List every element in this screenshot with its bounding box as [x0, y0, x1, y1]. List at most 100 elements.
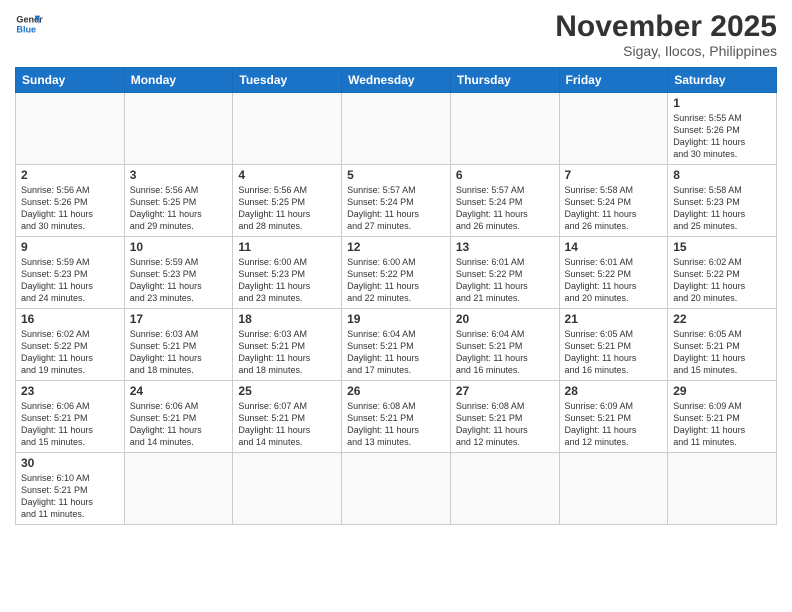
weekday-header-sunday: Sunday [16, 68, 125, 93]
day-info: Sunrise: 6:09 AM Sunset: 5:21 PM Dayligh… [673, 400, 771, 449]
calendar-table: SundayMondayTuesdayWednesdayThursdayFrid… [15, 67, 777, 525]
day-number: 7 [565, 168, 663, 182]
weekday-header-tuesday: Tuesday [233, 68, 342, 93]
calendar-cell: 28 Sunrise: 6:09 AM Sunset: 5:21 PM Dayli… [559, 381, 668, 453]
calendar-cell [559, 93, 668, 165]
calendar-cell [124, 453, 233, 525]
day-number: 25 [238, 384, 336, 398]
calendar-cell: 15 Sunrise: 6:02 AM Sunset: 5:22 PM Dayli… [668, 237, 777, 309]
calendar-cell [342, 93, 451, 165]
day-number: 22 [673, 312, 771, 326]
calendar-cell: 29 Sunrise: 6:09 AM Sunset: 5:21 PM Dayli… [668, 381, 777, 453]
calendar-cell: 20 Sunrise: 6:04 AM Sunset: 5:21 PM Dayli… [450, 309, 559, 381]
weekday-header-saturday: Saturday [668, 68, 777, 93]
day-number: 21 [565, 312, 663, 326]
day-number: 20 [456, 312, 554, 326]
day-info: Sunrise: 6:08 AM Sunset: 5:21 PM Dayligh… [347, 400, 445, 449]
day-number: 27 [456, 384, 554, 398]
title-block: November 2025 Sigay, Ilocos, Philippines [555, 10, 777, 59]
day-info: Sunrise: 6:00 AM Sunset: 5:23 PM Dayligh… [238, 256, 336, 305]
day-info: Sunrise: 6:05 AM Sunset: 5:21 PM Dayligh… [565, 328, 663, 377]
weekday-header-thursday: Thursday [450, 68, 559, 93]
location: Sigay, Ilocos, Philippines [555, 43, 777, 59]
day-info: Sunrise: 5:59 AM Sunset: 5:23 PM Dayligh… [21, 256, 119, 305]
day-info: Sunrise: 6:08 AM Sunset: 5:21 PM Dayligh… [456, 400, 554, 449]
calendar-week-row: 1Sunrise: 5:55 AM Sunset: 5:26 PM Daylig… [16, 93, 777, 165]
day-info: Sunrise: 6:06 AM Sunset: 5:21 PM Dayligh… [130, 400, 228, 449]
day-info: Sunrise: 6:00 AM Sunset: 5:22 PM Dayligh… [347, 256, 445, 305]
calendar-week-row: 16 Sunrise: 6:02 AM Sunset: 5:22 PM Dayli… [16, 309, 777, 381]
day-number: 26 [347, 384, 445, 398]
day-info: Sunrise: 6:04 AM Sunset: 5:21 PM Dayligh… [456, 328, 554, 377]
day-info: Sunrise: 5:55 AM Sunset: 5:26 PM Dayligh… [673, 112, 771, 161]
calendar-cell: 24 Sunrise: 6:06 AM Sunset: 5:21 PM Dayli… [124, 381, 233, 453]
weekday-header-friday: Friday [559, 68, 668, 93]
day-info: Sunrise: 6:01 AM Sunset: 5:22 PM Dayligh… [565, 256, 663, 305]
calendar-cell: 7Sunrise: 5:58 AM Sunset: 5:24 PM Daylig… [559, 165, 668, 237]
calendar-cell: 14 Sunrise: 6:01 AM Sunset: 5:22 PM Dayli… [559, 237, 668, 309]
day-number: 19 [347, 312, 445, 326]
day-info: Sunrise: 6:09 AM Sunset: 5:21 PM Dayligh… [565, 400, 663, 449]
day-number: 29 [673, 384, 771, 398]
calendar-cell: 2 Sunrise: 5:56 AM Sunset: 5:26 PM Daylig… [16, 165, 125, 237]
calendar-cell: 1Sunrise: 5:55 AM Sunset: 5:26 PM Daylig… [668, 93, 777, 165]
day-number: 18 [238, 312, 336, 326]
day-number: 30 [21, 456, 119, 470]
day-info: Sunrise: 5:56 AM Sunset: 5:25 PM Dayligh… [130, 184, 228, 233]
calendar-week-row: 9 Sunrise: 5:59 AM Sunset: 5:23 PM Daylig… [16, 237, 777, 309]
day-number: 23 [21, 384, 119, 398]
calendar-cell: 26 Sunrise: 6:08 AM Sunset: 5:21 PM Dayli… [342, 381, 451, 453]
calendar-cell: 5Sunrise: 5:57 AM Sunset: 5:24 PM Daylig… [342, 165, 451, 237]
calendar-cell: 6 Sunrise: 5:57 AM Sunset: 5:24 PM Daylig… [450, 165, 559, 237]
calendar-cell: 17Sunrise: 6:03 AM Sunset: 5:21 PM Dayli… [124, 309, 233, 381]
calendar-cell [233, 453, 342, 525]
calendar-cell: 30Sunrise: 6:10 AM Sunset: 5:21 PM Dayli… [16, 453, 125, 525]
day-number: 24 [130, 384, 228, 398]
day-info: Sunrise: 6:04 AM Sunset: 5:21 PM Dayligh… [347, 328, 445, 377]
day-info: Sunrise: 5:58 AM Sunset: 5:23 PM Dayligh… [673, 184, 771, 233]
day-number: 12 [347, 240, 445, 254]
day-info: Sunrise: 6:01 AM Sunset: 5:22 PM Dayligh… [456, 256, 554, 305]
weekday-header-monday: Monday [124, 68, 233, 93]
calendar-cell [124, 93, 233, 165]
day-number: 11 [238, 240, 336, 254]
calendar-cell: 12 Sunrise: 6:00 AM Sunset: 5:22 PM Dayli… [342, 237, 451, 309]
day-info: Sunrise: 5:56 AM Sunset: 5:25 PM Dayligh… [238, 184, 336, 233]
day-info: Sunrise: 6:03 AM Sunset: 5:21 PM Dayligh… [238, 328, 336, 377]
day-number: 10 [130, 240, 228, 254]
day-info: Sunrise: 6:02 AM Sunset: 5:22 PM Dayligh… [673, 256, 771, 305]
day-number: 9 [21, 240, 119, 254]
day-info: Sunrise: 5:57 AM Sunset: 5:24 PM Dayligh… [456, 184, 554, 233]
calendar-cell: 21 Sunrise: 6:05 AM Sunset: 5:21 PM Dayli… [559, 309, 668, 381]
calendar-week-row: 2 Sunrise: 5:56 AM Sunset: 5:26 PM Daylig… [16, 165, 777, 237]
svg-text:Blue: Blue [16, 24, 36, 34]
day-info: Sunrise: 5:59 AM Sunset: 5:23 PM Dayligh… [130, 256, 228, 305]
day-number: 2 [21, 168, 119, 182]
day-number: 8 [673, 168, 771, 182]
day-info: Sunrise: 6:07 AM Sunset: 5:21 PM Dayligh… [238, 400, 336, 449]
page-header: General Blue November 2025 Sigay, Ilocos… [15, 10, 777, 59]
calendar-cell [450, 453, 559, 525]
month-title: November 2025 [555, 10, 777, 43]
calendar-cell [233, 93, 342, 165]
day-number: 28 [565, 384, 663, 398]
calendar-cell: 10 Sunrise: 5:59 AM Sunset: 5:23 PM Dayli… [124, 237, 233, 309]
calendar-cell: 25 Sunrise: 6:07 AM Sunset: 5:21 PM Dayli… [233, 381, 342, 453]
calendar-cell: 8 Sunrise: 5:58 AM Sunset: 5:23 PM Daylig… [668, 165, 777, 237]
calendar-cell [16, 93, 125, 165]
day-number: 6 [456, 168, 554, 182]
day-info: Sunrise: 6:02 AM Sunset: 5:22 PM Dayligh… [21, 328, 119, 377]
weekday-header-wednesday: Wednesday [342, 68, 451, 93]
day-info: Sunrise: 5:57 AM Sunset: 5:24 PM Dayligh… [347, 184, 445, 233]
calendar-cell: 9 Sunrise: 5:59 AM Sunset: 5:23 PM Daylig… [16, 237, 125, 309]
day-number: 14 [565, 240, 663, 254]
logo-icon: General Blue [15, 10, 43, 38]
day-number: 13 [456, 240, 554, 254]
calendar-cell: 11 Sunrise: 6:00 AM Sunset: 5:23 PM Dayli… [233, 237, 342, 309]
day-number: 15 [673, 240, 771, 254]
logo: General Blue [15, 10, 43, 38]
calendar-cell: 18 Sunrise: 6:03 AM Sunset: 5:21 PM Dayli… [233, 309, 342, 381]
day-number: 16 [21, 312, 119, 326]
day-info: Sunrise: 6:06 AM Sunset: 5:21 PM Dayligh… [21, 400, 119, 449]
day-info: Sunrise: 5:56 AM Sunset: 5:26 PM Dayligh… [21, 184, 119, 233]
